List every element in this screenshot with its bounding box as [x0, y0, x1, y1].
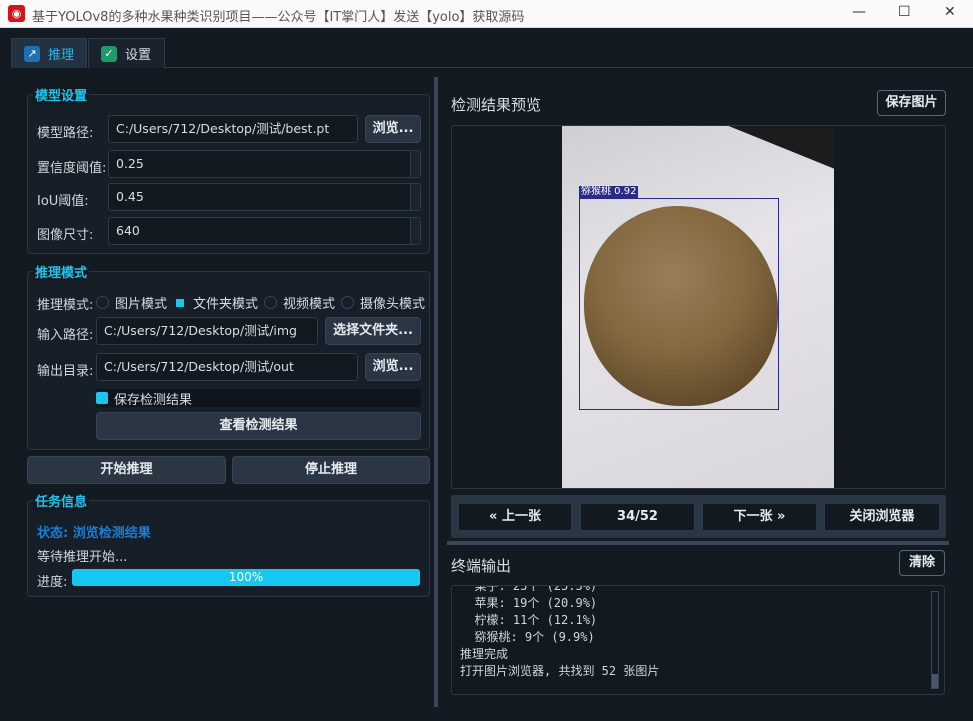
image-background-object [682, 126, 834, 182]
close-button[interactable]: ✕ [944, 4, 956, 20]
detection-label: 猕猴桃 0.92 [579, 186, 638, 198]
terminal-line: 推理完成 [452, 645, 944, 662]
tab-inference[interactable]: ↗ 推理 [11, 38, 87, 68]
size-spinbox[interactable]: 640 [108, 217, 421, 245]
image-counter: 34/52 [580, 503, 695, 531]
tab-settings[interactable]: ✓ 设置 [88, 38, 165, 68]
stop-inference-button[interactable]: 停止推理 [232, 456, 430, 484]
radio-label[interactable]: 文件夹模式 [193, 293, 258, 312]
select-folder-button[interactable]: 选择文件夹... [325, 317, 421, 345]
group-title: 任务信息 [33, 491, 89, 510]
scrollbar-thumb[interactable] [932, 674, 938, 688]
scrollbar[interactable] [931, 591, 939, 689]
status-text: 状态: 浏览检测结果 [37, 522, 151, 541]
conf-label: 置信度阈值: [37, 157, 106, 176]
maximize-button[interactable]: ☐ [898, 4, 911, 20]
checkbox-checked-icon [96, 392, 108, 404]
save-results-checkbox[interactable]: 保存检测结果 [96, 389, 421, 407]
spin-buttons[interactable] [410, 151, 420, 177]
radio-folder[interactable] [176, 299, 184, 307]
group-title: 模型设置 [33, 85, 89, 104]
output-dir-label: 输出目录: [37, 360, 93, 379]
minimize-button[interactable]: — [852, 4, 866, 20]
spin-buttons[interactable] [410, 184, 420, 210]
terminal-title: 终端输出 [451, 555, 511, 576]
terminal-line: 苹果: 19个 (20.9%) [452, 594, 944, 611]
close-browser-button[interactable]: 关闭浏览器 [824, 503, 940, 531]
terminal-line: 柠檬: 11个 (12.1%) [452, 611, 944, 628]
tab-label: 设置 [125, 44, 151, 63]
preview-title: 检测结果预览 [451, 94, 541, 115]
save-image-button[interactable]: 保存图片 [877, 90, 946, 116]
spin-buttons[interactable] [410, 218, 420, 244]
next-image-button[interactable]: 下一张 » [702, 503, 817, 531]
progress-text: 100% [229, 570, 263, 584]
terminal-line: 打开图片浏览器, 共找到 52 张图片 [452, 662, 944, 679]
detection-image: 猕猴桃 0.92 [562, 126, 834, 488]
iou-spinbox[interactable]: 0.45 [108, 183, 421, 211]
tab-label: 推理 [48, 44, 74, 63]
window-title: 基于YOLOv8的多种水果种类识别项目——公众号【IT掌门人】发送【yolo】获… [32, 6, 524, 25]
radio-video[interactable] [264, 296, 277, 309]
input-path-label: 输入路径: [37, 324, 93, 343]
chart-icon: ↗ [24, 46, 40, 62]
bounding-box [579, 198, 779, 410]
radio-label[interactable]: 视频模式 [283, 293, 335, 312]
model-path-label: 模型路径: [37, 122, 93, 141]
terminal-line: 猕猴桃: 9个 (9.9%) [452, 628, 944, 645]
radio-camera[interactable] [341, 296, 354, 309]
tab-divider [165, 67, 973, 68]
title-bar: ◉ 基于YOLOv8的多种水果种类识别项目——公众号【IT掌门人】发送【yolo… [0, 0, 973, 28]
task-message: 等待推理开始... [37, 546, 127, 565]
clear-button[interactable]: 清除 [899, 550, 945, 576]
output-browse-button[interactable]: 浏览... [365, 353, 421, 381]
size-value: 640 [116, 223, 140, 238]
size-label: 图像尺寸: [37, 224, 93, 243]
radio-label[interactable]: 摄像头模式 [360, 293, 425, 312]
group-title: 推理模式 [33, 262, 89, 281]
view-results-button[interactable]: 查看检测结果 [96, 412, 421, 440]
splitter-handle[interactable] [434, 77, 438, 707]
terminal-output[interactable]: 梨子: 23个 (25.3%) 苹果: 19个 (20.9%) 柠檬: 11个 … [451, 585, 945, 695]
terminal-line: 梨子: 23个 (25.3%) [452, 585, 944, 594]
iou-label: IoU阈值: [37, 190, 89, 209]
prev-image-button[interactable]: « 上一张 [458, 503, 572, 531]
conf-spinbox[interactable]: 0.25 [108, 150, 421, 178]
progress-fill: 100% [72, 569, 420, 586]
iou-value: 0.45 [116, 189, 144, 204]
model-path-input[interactable]: C:/Users/712/Desktop/测试/best.pt [108, 115, 358, 143]
conf-value: 0.25 [116, 156, 144, 171]
progress-label: 进度: [37, 571, 67, 590]
output-dir-input[interactable]: C:/Users/712/Desktop/测试/out [96, 353, 358, 381]
progress-bar: 100% [72, 569, 420, 586]
app-icon: ◉ [8, 5, 25, 22]
mode-label: 推理模式: [37, 294, 93, 313]
radio-label[interactable]: 图片模式 [115, 293, 167, 312]
checkbox-label: 保存检测结果 [114, 389, 192, 408]
input-path-input[interactable]: C:/Users/712/Desktop/测试/img [96, 317, 318, 345]
check-icon: ✓ [101, 46, 117, 62]
model-browse-button[interactable]: 浏览... [365, 115, 421, 143]
radio-image[interactable] [96, 296, 109, 309]
mode-radio-group: 图片模式 文件夹模式 视频模式 摄像头模式 [96, 293, 425, 312]
start-inference-button[interactable]: 开始推理 [27, 456, 226, 484]
splitter-handle[interactable] [447, 541, 949, 545]
